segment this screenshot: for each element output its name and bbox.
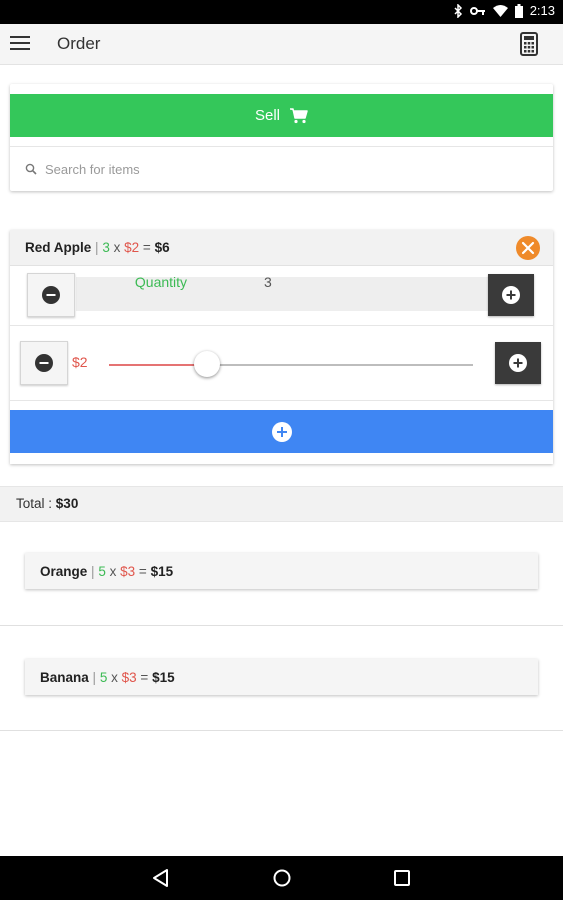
- order-item[interactable]: Banana | 5 x $3 = $15: [25, 659, 538, 695]
- recents-icon[interactable]: [390, 866, 414, 890]
- status-bar: 2:13: [0, 0, 563, 24]
- sell-button-label: Sell: [254, 107, 280, 124]
- clock: 2:13: [529, 3, 555, 18]
- wifi-icon: [492, 4, 508, 17]
- item-times: x: [113, 240, 121, 255]
- order-separator: |: [91, 564, 95, 579]
- total-bar: Total : $30: [0, 486, 563, 522]
- item-separator: |: [95, 240, 99, 255]
- cart-icon: [290, 107, 308, 123]
- divider: [0, 730, 563, 731]
- close-icon: [521, 241, 535, 255]
- price-row: $2: [10, 326, 553, 401]
- plus-circle-icon: [271, 421, 292, 442]
- price-slider-fill: [109, 364, 208, 366]
- minus-circle-icon: [42, 286, 60, 304]
- search-input[interactable]: [43, 160, 527, 178]
- item-quantity: 3: [102, 240, 110, 255]
- total-text: Total : $30: [16, 496, 78, 511]
- current-item-card: Red Apple | 3 x $2 = $6 Quantity 3 $2: [10, 230, 553, 464]
- item-name: Red Apple: [25, 240, 92, 255]
- increase-price-button[interactable]: [495, 342, 541, 384]
- price-slider-thumb[interactable]: [194, 351, 221, 377]
- order-item[interactable]: Orange | 5 x $3 = $15: [25, 553, 538, 589]
- add-item-button[interactable]: [10, 410, 553, 453]
- plus-circle-icon: [509, 354, 527, 372]
- order-name: Banana: [40, 670, 89, 685]
- order-total: $15: [150, 564, 174, 579]
- order-price: $3: [121, 670, 137, 685]
- decrease-quantity-button[interactable]: [27, 273, 75, 317]
- quantity-row: Quantity 3: [10, 266, 553, 326]
- item-price: $2: [124, 240, 140, 255]
- app-bar: Order: [0, 24, 563, 65]
- item-summary: Red Apple | 3 x $2 = $6: [25, 240, 170, 255]
- plus-circle-icon: [502, 286, 520, 304]
- key-icon: [469, 6, 485, 15]
- back-icon[interactable]: [149, 866, 173, 890]
- order-equals: =: [140, 670, 149, 685]
- item-total: $6: [154, 240, 170, 255]
- order-summary: Banana | 5 x $3 = $15: [40, 670, 175, 685]
- calculator-icon[interactable]: [519, 32, 539, 56]
- price-label: $2: [72, 354, 88, 370]
- battery-icon: [514, 3, 523, 18]
- order-equals: =: [138, 564, 147, 579]
- item-equals: =: [142, 240, 151, 255]
- order-total: $15: [152, 670, 175, 685]
- increase-quantity-button[interactable]: [488, 274, 534, 316]
- divider: [0, 625, 563, 626]
- quantity-value[interactable]: 3: [264, 274, 272, 290]
- status-icons: 2:13: [454, 3, 555, 18]
- search-icon: [25, 163, 37, 175]
- order-quantity: 5: [98, 564, 106, 579]
- order-price: $3: [120, 564, 136, 579]
- search-bar[interactable]: [10, 146, 553, 191]
- sell-card: Sell: [10, 84, 553, 191]
- quantity-label: Quantity: [134, 274, 188, 290]
- order-separator: |: [92, 670, 97, 685]
- order-times: x: [111, 670, 118, 685]
- hamburger-icon[interactable]: [10, 36, 30, 52]
- total-value: $30: [55, 496, 79, 511]
- order-times: x: [109, 564, 117, 579]
- sell-button[interactable]: Sell: [10, 94, 553, 137]
- page-title: Order: [57, 34, 101, 53]
- order-summary: Orange | 5 x $3 = $15: [40, 564, 173, 579]
- home-icon[interactable]: [270, 866, 294, 890]
- order-quantity: 5: [99, 670, 108, 685]
- item-header: Red Apple | 3 x $2 = $6: [10, 230, 553, 266]
- navigation-bar: [0, 856, 563, 900]
- price-slider[interactable]: [109, 351, 473, 377]
- bluetooth-icon: [454, 3, 462, 18]
- remove-item-button[interactable]: [516, 236, 540, 260]
- total-label: Total :: [16, 496, 53, 511]
- decrease-price-button[interactable]: [20, 341, 68, 385]
- minus-circle-icon: [35, 354, 53, 372]
- order-name: Orange: [40, 564, 88, 579]
